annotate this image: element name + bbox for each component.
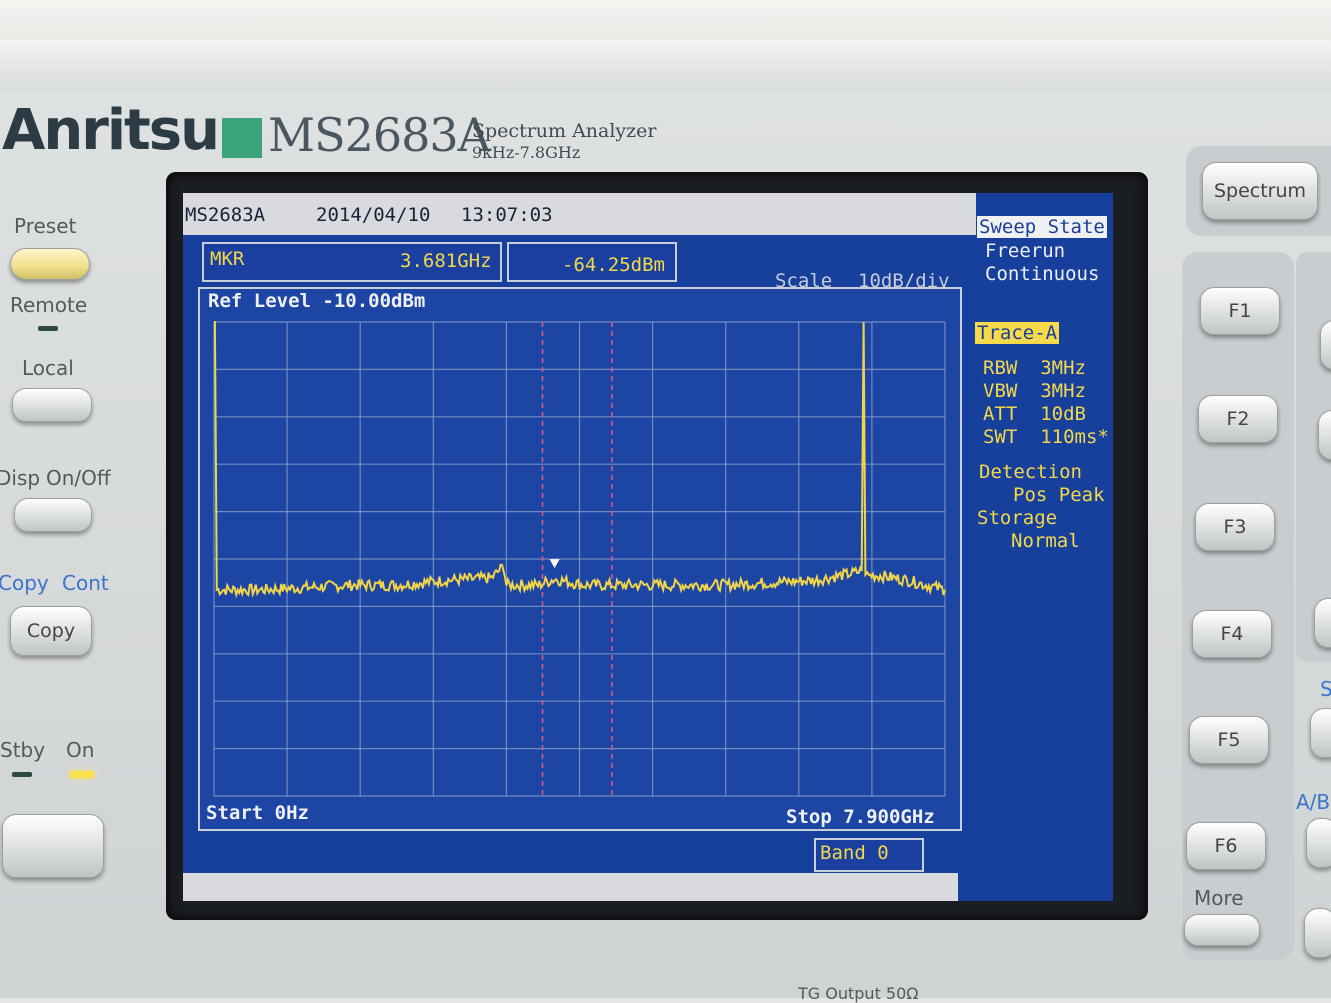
side-key-1[interactable] — [1320, 320, 1331, 370]
sweep-mode-continuous: Continuous — [985, 263, 1100, 285]
sweep-state-title: Sweep State — [977, 216, 1107, 238]
f3-button[interactable]: F3 — [1195, 503, 1275, 551]
f1-button-label: F1 — [1228, 300, 1252, 322]
side-key-2[interactable] — [1318, 410, 1331, 460]
detection-value: Pos Peak — [1013, 484, 1105, 506]
graticule — [213, 321, 946, 797]
start-frequency: Start 0Hz — [206, 802, 309, 824]
f5-button-label: F5 — [1217, 729, 1241, 751]
storage-title: Storage — [977, 507, 1058, 529]
more-label: More — [1194, 886, 1244, 910]
screen-footer-bar — [183, 873, 958, 901]
side-key-5[interactable] — [1306, 818, 1331, 868]
spectrum-button-label: Spectrum — [1213, 180, 1307, 202]
band-indicator: Band 0 — [820, 842, 889, 864]
vbw-setting: VBW 3MHz — [983, 380, 1086, 402]
marker-triangle-icon — [549, 559, 560, 569]
side-key-4[interactable] — [1310, 708, 1331, 758]
more-button[interactable] — [1184, 914, 1260, 946]
stop-frequency: Stop 7.900GHz — [786, 806, 935, 828]
side-key-6[interactable] — [1304, 908, 1331, 958]
side-key-3[interactable] — [1314, 598, 1331, 648]
f4-button-label: F4 — [1220, 623, 1244, 645]
f3-button-label: F3 — [1223, 516, 1247, 538]
ab-label: A/B — [1296, 790, 1331, 814]
spectrum-plot — [213, 321, 946, 797]
f6-button-label: F6 — [1214, 835, 1238, 857]
rbw-setting: RBW 3MHz — [983, 357, 1086, 379]
swt-setting: SWT 110ms* — [983, 426, 1109, 448]
storage-value: Normal — [1011, 530, 1080, 552]
f4-button[interactable]: F4 — [1192, 610, 1272, 658]
f6-button[interactable]: F6 — [1186, 822, 1266, 870]
trace-title: Trace-A — [975, 322, 1060, 344]
tg-output-label: TG Output 50Ω — [798, 984, 919, 1003]
f2-button-label: F2 — [1226, 408, 1250, 430]
f5-button[interactable]: F5 — [1189, 716, 1269, 764]
detection-title: Detection — [979, 461, 1082, 483]
f2-button[interactable]: F2 — [1198, 395, 1278, 443]
spectrum-button[interactable]: Spectrum — [1202, 162, 1318, 220]
f1-button[interactable]: F1 — [1200, 287, 1280, 335]
s-label: S — [1320, 677, 1331, 701]
sweep-mode-freerun: Freerun — [985, 240, 1066, 262]
att-setting: ATT 10dB — [983, 403, 1086, 425]
